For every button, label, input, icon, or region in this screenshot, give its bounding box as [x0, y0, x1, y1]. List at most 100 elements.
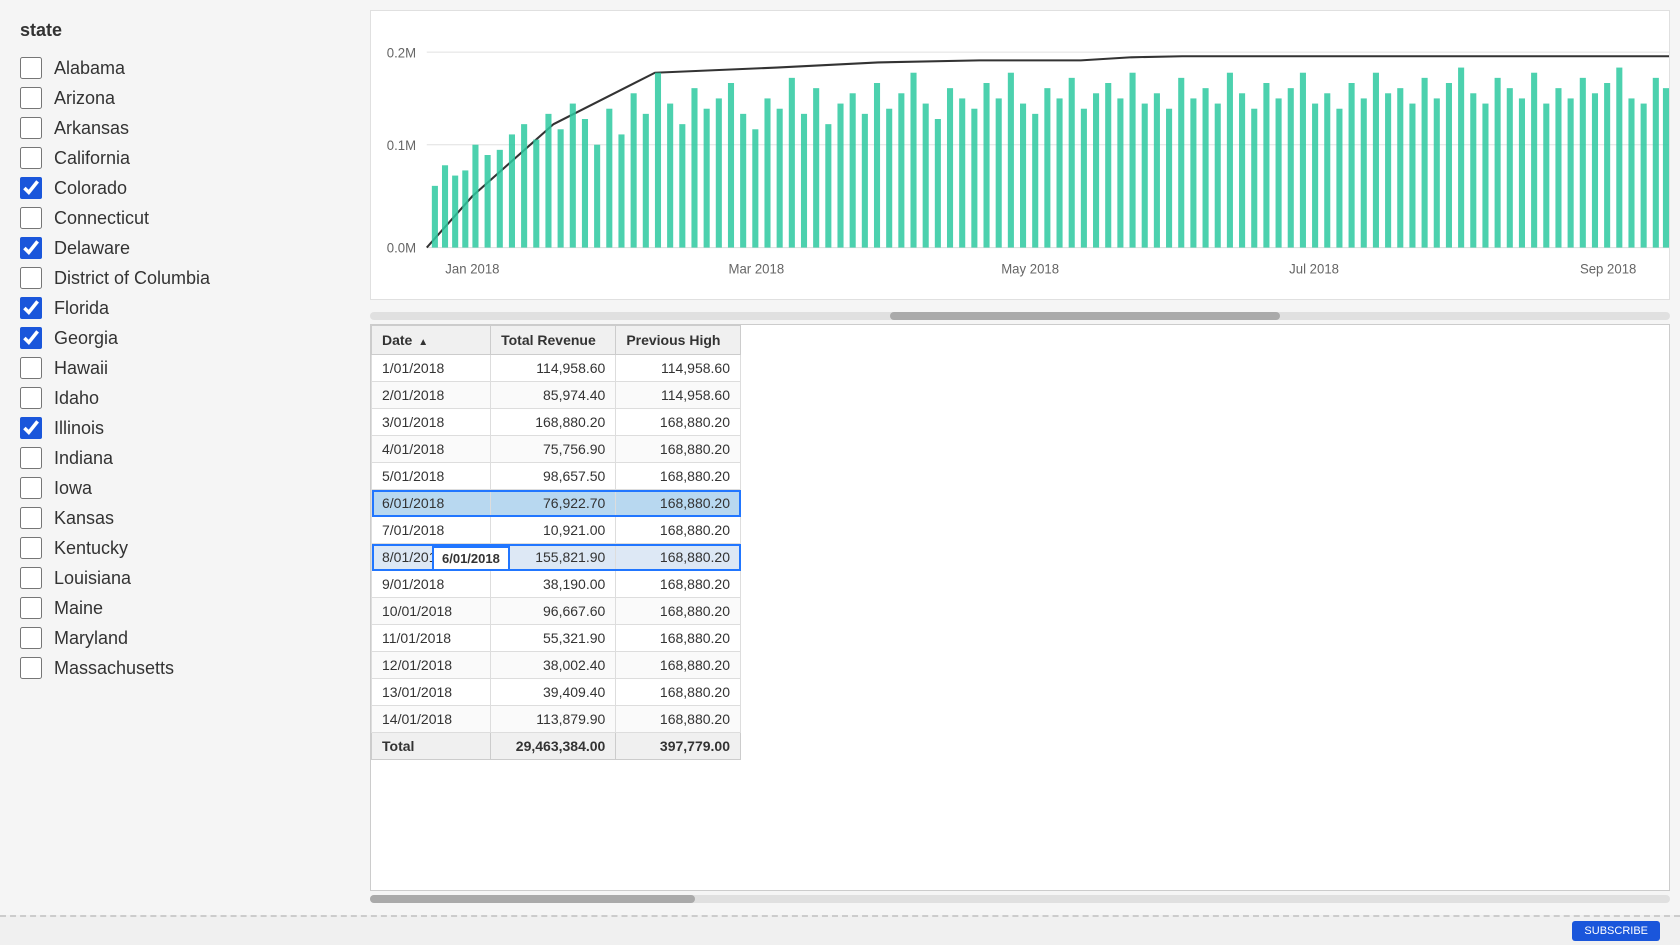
state-label: Maryland	[54, 628, 128, 649]
prev-high-cell: 168,880.20	[616, 652, 741, 679]
table-row[interactable]: 9/01/201838,190.00168,880.20	[372, 571, 741, 598]
table-row[interactable]: 3/01/2018168,880.20168,880.20	[372, 409, 741, 436]
state-checkbox-california[interactable]	[20, 147, 42, 169]
prev-high-cell: 168,880.20	[616, 706, 741, 733]
date-cell: 14/01/2018	[372, 706, 491, 733]
prev-high-cell: 168,880.20	[616, 517, 741, 544]
prev-high-cell: 114,958.60	[616, 355, 741, 382]
state-item-arkansas[interactable]: Arkansas	[20, 113, 340, 143]
state-item-georgia[interactable]: Georgia	[20, 323, 340, 353]
state-checkbox-louisiana[interactable]	[20, 567, 42, 589]
state-label: Arizona	[54, 88, 115, 109]
prev-high-cell: 168,880.20	[616, 490, 741, 517]
footer-revenue: 29,463,384.00	[491, 733, 616, 760]
state-label: Florida	[54, 298, 109, 319]
svg-text:Jul 2018: Jul 2018	[1289, 261, 1339, 276]
state-item-kentucky[interactable]: Kentucky	[20, 533, 340, 563]
table-row[interactable]: 11/01/201855,321.90168,880.20	[372, 625, 741, 652]
table-row[interactable]: 7/01/201810,921.00168,880.20	[372, 517, 741, 544]
state-filter-sidebar: state AlabamaArizonaArkansasCaliforniaCo…	[0, 10, 360, 905]
revenue-column-header[interactable]: Total Revenue	[491, 326, 616, 355]
state-item-massachusetts[interactable]: Massachusetts	[20, 653, 340, 683]
state-checkbox-kansas[interactable]	[20, 507, 42, 529]
date-cell: 1/01/2018	[372, 355, 491, 382]
prev-high-cell: 168,880.20	[616, 463, 741, 490]
data-table: Date ▲ Total Revenue Previous High 1/01/…	[370, 324, 1670, 891]
state-item-connecticut[interactable]: Connecticut	[20, 203, 340, 233]
state-checkbox-georgia[interactable]	[20, 327, 42, 349]
state-checkbox-massachusetts[interactable]	[20, 657, 42, 679]
state-checkbox-idaho[interactable]	[20, 387, 42, 409]
revenue-cell: 39,409.40	[491, 679, 616, 706]
state-checkbox-arkansas[interactable]	[20, 117, 42, 139]
prev-high-cell: 168,880.20	[616, 436, 741, 463]
state-checkbox-colorado[interactable]	[20, 177, 42, 199]
table-row[interactable]: 14/01/2018113,879.90168,880.20	[372, 706, 741, 733]
state-item-colorado[interactable]: Colorado	[20, 173, 340, 203]
state-checkbox-illinois[interactable]	[20, 417, 42, 439]
state-checkbox-iowa[interactable]	[20, 477, 42, 499]
revenue-cell: 85,974.40	[491, 382, 616, 409]
state-checkbox-connecticut[interactable]	[20, 207, 42, 229]
table-row[interactable]: 13/01/201839,409.40168,880.20	[372, 679, 741, 706]
state-item-district-of-columbia[interactable]: District of Columbia	[20, 263, 340, 293]
subscribe-button[interactable]: SUBSCRIBE	[1572, 921, 1660, 941]
date-cell: 6/01/2018	[372, 490, 491, 517]
state-checkbox-delaware[interactable]	[20, 237, 42, 259]
table-row[interactable]: 12/01/201838,002.40168,880.20	[372, 652, 741, 679]
state-item-illinois[interactable]: Illinois	[20, 413, 340, 443]
date-cell: 10/01/2018	[372, 598, 491, 625]
bottom-bar: SUBSCRIBE	[0, 915, 1680, 945]
date-cell: 3/01/2018	[372, 409, 491, 436]
state-checkbox-florida[interactable]	[20, 297, 42, 319]
state-checkbox-arizona[interactable]	[20, 87, 42, 109]
state-item-maryland[interactable]: Maryland	[20, 623, 340, 653]
state-item-arizona[interactable]: Arizona	[20, 83, 340, 113]
table-row[interactable]: 6/01/201876,922.70168,880.20	[372, 490, 741, 517]
prev-high-cell: 114,958.60	[616, 382, 741, 409]
date-cell: 4/01/2018	[372, 436, 491, 463]
state-item-kansas[interactable]: Kansas	[20, 503, 340, 533]
date-cell: 12/01/2018	[372, 652, 491, 679]
table-footer-row: Total 29,463,384.00 397,779.00	[372, 733, 741, 760]
date-column-header[interactable]: Date ▲	[372, 326, 491, 355]
prev-high-column-header[interactable]: Previous High	[616, 326, 741, 355]
state-item-alabama[interactable]: Alabama	[20, 53, 340, 83]
table-row[interactable]: 10/01/201896,667.60168,880.20	[372, 598, 741, 625]
svg-text:Sep 2018: Sep 2018	[1580, 261, 1636, 276]
state-checkbox-indiana[interactable]	[20, 447, 42, 469]
state-item-louisiana[interactable]: Louisiana	[20, 563, 340, 593]
state-item-indiana[interactable]: Indiana	[20, 443, 340, 473]
state-item-florida[interactable]: Florida	[20, 293, 340, 323]
state-label: Iowa	[54, 478, 92, 499]
svg-text:Jan 2018: Jan 2018	[445, 261, 499, 276]
state-item-delaware[interactable]: Delaware	[20, 233, 340, 263]
state-item-hawaii[interactable]: Hawaii	[20, 353, 340, 383]
table-row[interactable]: 2/01/201885,974.40114,958.60	[372, 382, 741, 409]
svg-text:0.0M: 0.0M	[387, 241, 416, 256]
state-checkbox-maine[interactable]	[20, 597, 42, 619]
svg-text:0.2M: 0.2M	[387, 45, 416, 60]
state-label: Georgia	[54, 328, 118, 349]
state-item-maine[interactable]: Maine	[20, 593, 340, 623]
state-checkbox-kentucky[interactable]	[20, 537, 42, 559]
state-checkbox-district-of-columbia[interactable]	[20, 267, 42, 289]
state-item-iowa[interactable]: Iowa	[20, 473, 340, 503]
state-item-california[interactable]: California	[20, 143, 340, 173]
state-label: Arkansas	[54, 118, 129, 139]
table-row[interactable]: 1/01/2018114,958.60114,958.60	[372, 355, 741, 382]
table-scrollbar[interactable]	[370, 895, 1670, 903]
state-checkbox-hawaii[interactable]	[20, 357, 42, 379]
state-checkbox-maryland[interactable]	[20, 627, 42, 649]
chart-scrollbar[interactable]	[370, 312, 1670, 320]
table-row[interactable]: 8/01/20186/01/2018155,821.90168,880.20	[372, 544, 741, 571]
table-row[interactable]: 5/01/201898,657.50168,880.20	[372, 463, 741, 490]
revenue-cell: 114,958.60	[491, 355, 616, 382]
chart-and-table-area: 0.2M 0.1M 0.0M	[360, 10, 1680, 905]
state-label: Alabama	[54, 58, 125, 79]
date-cell: 7/01/2018	[372, 517, 491, 544]
state-checkbox-alabama[interactable]	[20, 57, 42, 79]
table-row[interactable]: 4/01/201875,756.90168,880.20	[372, 436, 741, 463]
state-item-idaho[interactable]: Idaho	[20, 383, 340, 413]
revenue-cell: 38,002.40	[491, 652, 616, 679]
